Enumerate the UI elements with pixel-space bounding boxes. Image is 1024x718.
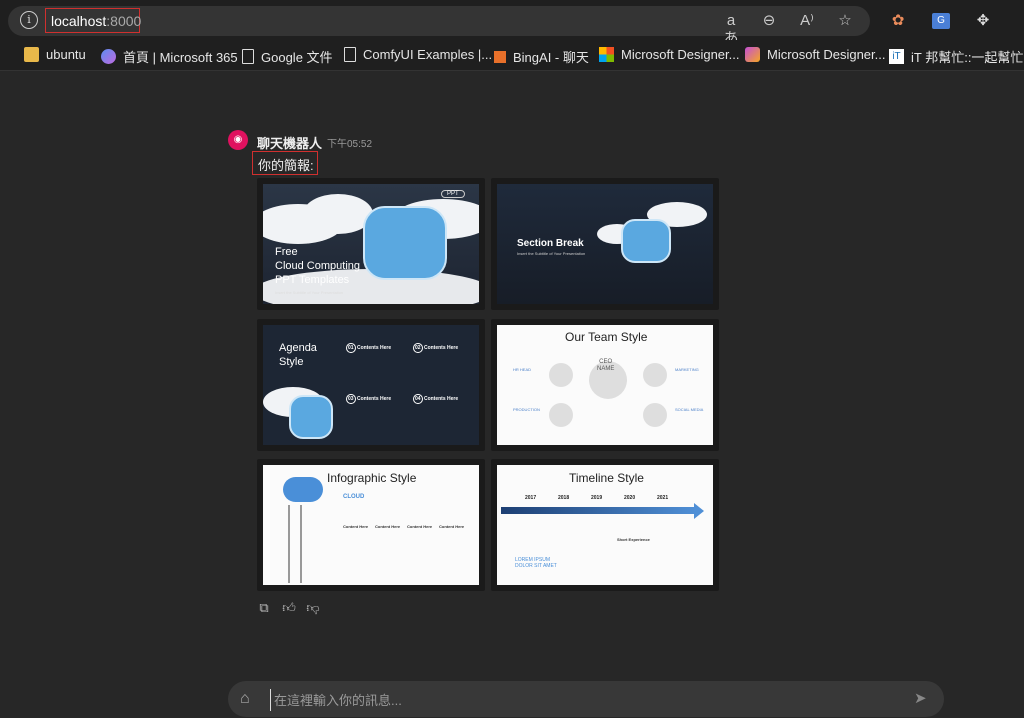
slide-4-title: Our Team Style xyxy=(565,330,648,344)
bookmark-bingai[interactable]: BingAI - 聊天 xyxy=(494,47,589,66)
microsoft-icon xyxy=(599,47,614,62)
slide-3-title: Agenda Style xyxy=(279,342,317,368)
slide-2-subtitle: Insert the Subtitle of Your Presentation xyxy=(517,251,586,256)
bookmarks-bar: ubuntu 首頁 | Microsoft 365 Google 文件 Comf… xyxy=(0,40,1024,71)
thumbs-up-icon[interactable]: 👍︎ xyxy=(282,601,296,615)
address-bar-tools: aあ ⊖ A⁾ ☆ xyxy=(720,12,856,47)
ithome-icon: iT xyxy=(889,49,904,64)
slide-1-subtitle: Insert the Subtitle of Your Presentation xyxy=(275,290,344,295)
m365-icon xyxy=(101,49,116,64)
bookmark-google-docs[interactable]: Google 文件 xyxy=(242,47,333,66)
address-bar[interactable]: i localhost:8000 aあ ⊖ A⁾ ☆ xyxy=(8,6,870,47)
ceo-label: CEO NAME xyxy=(597,359,615,372)
slide-thumbnail-4[interactable]: Our Team Style CEO NAME HR HEAD PRODUCTI… xyxy=(491,319,719,451)
url-text[interactable]: localhost:8000 xyxy=(51,13,141,29)
send-icon[interactable]: ➤ xyxy=(914,690,932,708)
slide-thumbnail-2[interactable]: Section Break Insert the Subtitle of You… xyxy=(491,178,719,310)
copy-icon[interactable]: ⧉ xyxy=(257,601,271,615)
slide-thumbnail-1[interactable]: PPT Free Cloud Computing PPT Templates I… xyxy=(257,178,485,310)
message-text: 你的簡報: xyxy=(258,158,314,173)
doc-icon xyxy=(344,47,356,62)
slide-thumbnail-5[interactable]: Infographic Style CLOUD Content Here Con… xyxy=(257,459,485,591)
folder-icon xyxy=(24,47,39,62)
agenda-item-2: 02 Contents Here xyxy=(413,343,459,353)
bookmark-designer-2[interactable]: Microsoft Designer... xyxy=(745,47,886,62)
message-input[interactable] xyxy=(270,689,896,711)
bookmark-designer-1[interactable]: Microsoft Designer... xyxy=(599,47,740,62)
extension-film-icon[interactable]: ✿ xyxy=(889,13,907,29)
bot-avatar: ◉ xyxy=(228,130,248,150)
cloud-graphic xyxy=(363,206,447,280)
bookmark-ithome[interactable]: iT iT 邦幫忙::一起幫忙... xyxy=(889,47,1024,66)
google-translate-icon[interactable]: G xyxy=(932,13,950,29)
designer-icon xyxy=(745,47,760,62)
timeline-bar xyxy=(501,507,696,514)
extensions-puzzle-icon[interactable]: ✥ xyxy=(974,13,992,29)
favorite-star-icon[interactable]: ☆ xyxy=(834,12,856,30)
slide-thumbnail-3[interactable]: Agenda Style 01 Contents Here 02 Content… xyxy=(257,319,485,451)
doc-icon xyxy=(242,49,254,64)
agenda-item-1: 01 Contents Here xyxy=(346,343,392,353)
read-aloud-icon[interactable]: A⁾ xyxy=(796,12,818,30)
cloud-illustration xyxy=(283,477,323,502)
slide-5-title: Infographic Style xyxy=(327,471,417,485)
bookmark-microsoft-365[interactable]: 首頁 | Microsoft 365 xyxy=(101,47,238,66)
bookmark-ubuntu[interactable]: ubuntu xyxy=(24,47,86,62)
ppt-badge: PPT xyxy=(441,190,465,198)
sender-name: 聊天機器人 xyxy=(257,136,323,151)
slide-1-title: Free Cloud Computing PPT Templates xyxy=(275,246,360,286)
thumbs-down-icon[interactable]: 👎︎ xyxy=(306,601,320,615)
message-time: 下午05:52 xyxy=(327,139,373,150)
chat-input-bar: ⌂ ➤ xyxy=(228,681,944,717)
bookmark-comfyui[interactable]: ComfyUI Examples |... xyxy=(344,47,492,62)
bing-icon xyxy=(494,50,506,63)
slide-6-title: Timeline Style xyxy=(569,471,644,485)
slide-thumbnail-6[interactable]: Timeline Style 2017 2018 2019 2020 2021 … xyxy=(491,459,719,591)
cloud-graphic xyxy=(621,219,671,263)
browser-toolbar: i localhost:8000 aあ ⊖ A⁾ ☆ ✿ G ✥ xyxy=(0,0,1024,47)
zoom-out-icon[interactable]: ⊖ xyxy=(758,12,780,30)
translate-icon[interactable]: aあ xyxy=(720,12,742,47)
agenda-item-3: 03 Contents Here xyxy=(346,394,392,404)
attach-icon[interactable]: ⌂ xyxy=(240,690,258,708)
agenda-item-4: 04 Contents Here xyxy=(413,394,459,404)
cloud-graphic xyxy=(289,395,333,439)
site-info-icon[interactable]: i xyxy=(20,11,38,29)
slide-2-title: Section Break xyxy=(517,238,584,249)
